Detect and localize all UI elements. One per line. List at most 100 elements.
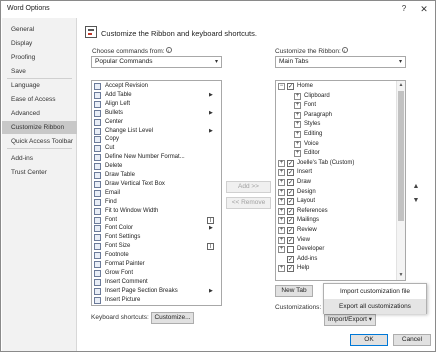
tree-item[interactable]: + ✓ Joelle's Tab (Custom): [276, 159, 394, 168]
tab-checkbox[interactable]: ✓: [287, 227, 294, 234]
sidebar-item[interactable]: General: [2, 23, 77, 36]
tab-checkbox[interactable]: ✓: [287, 169, 294, 177]
tab-checkbox[interactable]: ✓: [287, 217, 294, 225]
sidebar-item[interactable]: Save: [2, 65, 77, 78]
expand-icon[interactable]: +: [278, 227, 285, 234]
list-item[interactable]: Font I: [92, 216, 221, 225]
expand-icon[interactable]: +: [278, 236, 285, 244]
expand-icon[interactable]: +: [294, 140, 301, 148]
list-item[interactable]: Draw Vertical Text Box: [92, 180, 221, 189]
cancel-button[interactable]: Cancel: [393, 334, 431, 346]
expand-icon[interactable]: +: [278, 246, 285, 254]
tree-item[interactable]: + ✓ Layout: [276, 197, 394, 206]
list-item[interactable]: Accept Revision: [92, 82, 221, 91]
list-item[interactable]: Font Color ▶: [92, 224, 221, 233]
tree-item[interactable]: + ✓ Draw: [276, 178, 394, 187]
list-item[interactable]: Font Size I: [92, 242, 221, 251]
tab-checkbox[interactable]: ✓: [287, 255, 294, 263]
tree-item[interactable]: + ✓ Review: [276, 226, 394, 235]
list-item[interactable]: Add Table ▶: [92, 91, 221, 100]
list-item[interactable]: Email: [92, 189, 221, 198]
sidebar-item[interactable]: Add-ins: [2, 152, 77, 165]
tree-item[interactable]: + ✓ Mailings: [276, 216, 394, 225]
customize-ribbon-dropdown[interactable]: Main Tabs ▾: [275, 56, 406, 68]
sidebar-item[interactable]: Language: [2, 79, 77, 92]
commands-list[interactable]: Accept Revision Add Table ▶ Align Left Bulle…: [91, 80, 222, 306]
list-item[interactable]: Grow Font: [92, 269, 221, 278]
list-item[interactable]: Insert Comment: [92, 278, 221, 287]
help-icon[interactable]: ?: [398, 3, 410, 15]
tab-checkbox[interactable]: ✓: [287, 236, 294, 244]
move-up-icon[interactable]: ▲: [411, 182, 421, 192]
expand-icon[interactable]: +: [278, 169, 285, 177]
move-down-icon[interactable]: ▼: [411, 196, 421, 206]
expand-icon[interactable]: +: [294, 121, 301, 129]
import-export-button[interactable]: Import/Export ▾: [324, 314, 376, 326]
expand-icon[interactable]: +: [278, 188, 285, 196]
scroll-up-icon[interactable]: ▲: [397, 81, 405, 90]
sidebar-item[interactable]: Display: [2, 37, 77, 50]
tree-item[interactable]: + Editing: [276, 130, 394, 139]
tab-checkbox[interactable]: [287, 246, 294, 254]
list-item[interactable]: Draw Table: [92, 171, 221, 180]
list-item[interactable]: Font Settings: [92, 233, 221, 242]
scroll-thumb[interactable]: [398, 91, 404, 221]
sidebar-item[interactable]: Customize Ribbon: [2, 121, 77, 134]
collapse-icon[interactable]: −: [278, 83, 285, 90]
tab-checkbox[interactable]: ✓: [287, 179, 294, 186]
tree-item[interactable]: + Clipboard: [276, 92, 394, 101]
tab-checkbox[interactable]: ✓: [287, 207, 294, 215]
tree-item[interactable]: − ✓ Home: [276, 82, 394, 91]
list-item[interactable]: Find: [92, 198, 221, 207]
list-item[interactable]: Fit to Window Width: [92, 207, 221, 216]
sidebar-item[interactable]: Quick Access Toolbar: [2, 135, 77, 148]
tree-scrollbar[interactable]: ▲ ▼: [396, 81, 405, 280]
list-item[interactable]: Change List Level ▶: [92, 127, 221, 136]
expand-icon[interactable]: +: [278, 198, 285, 206]
choose-commands-dropdown[interactable]: Popular Commands ▾: [91, 56, 222, 68]
list-item[interactable]: Copy: [92, 135, 221, 144]
tree-item[interactable]: + Editor: [276, 149, 394, 158]
list-item[interactable]: Delete: [92, 162, 221, 171]
sidebar-item[interactable]: Proofing: [2, 51, 77, 64]
close-icon[interactable]: ✕: [418, 3, 430, 15]
tab-checkbox[interactable]: ✓: [287, 83, 294, 90]
keyboard-customize-button[interactable]: Customize...: [151, 312, 194, 324]
tree-item[interactable]: + Developer: [276, 245, 394, 254]
expand-icon[interactable]: +: [278, 217, 285, 225]
expand-icon[interactable]: +: [294, 150, 301, 158]
expand-icon[interactable]: +: [278, 265, 285, 273]
list-item[interactable]: Insert Page Section Breaks ▶: [92, 287, 221, 296]
list-item[interactable]: Align Left: [92, 100, 221, 109]
sidebar-item[interactable]: Trust Center: [2, 166, 77, 179]
expand-icon[interactable]: +: [294, 111, 301, 119]
tree-item[interactable]: + Voice: [276, 140, 394, 149]
menu-item-import[interactable]: Import customization file: [324, 284, 426, 299]
remove-button[interactable]: << Remove: [226, 197, 271, 209]
menu-item-export[interactable]: Export all customizations: [324, 299, 426, 314]
ribbon-tabs-tree[interactable]: ▲ ▼ − ✓ Home + Clipboard + Font + Paragraph + Styl…: [275, 80, 406, 281]
tab-checkbox[interactable]: ✓: [287, 198, 294, 206]
tree-item[interactable]: + ✓ Insert: [276, 168, 394, 177]
tree-item[interactable]: + ✓ Design: [276, 188, 394, 197]
tree-item[interactable]: + Paragraph: [276, 111, 394, 120]
expand-icon[interactable]: +: [294, 92, 301, 100]
list-item[interactable]: Bullets ▶: [92, 109, 221, 118]
expand-icon[interactable]: +: [278, 159, 285, 167]
list-item[interactable]: Center: [92, 118, 221, 127]
list-item[interactable]: Format Painter: [92, 260, 221, 269]
list-item[interactable]: Insert Picture: [92, 296, 221, 305]
expand-icon[interactable]: +: [278, 179, 285, 186]
tab-checkbox[interactable]: ✓: [287, 265, 294, 273]
tab-checkbox[interactable]: ✓: [287, 159, 294, 167]
tree-item[interactable]: + Font: [276, 101, 394, 110]
tree-item[interactable]: ✓ Add-ins: [276, 255, 394, 264]
scroll-down-icon[interactable]: ▼: [397, 271, 405, 280]
tab-checkbox[interactable]: ✓: [287, 188, 294, 196]
tree-item[interactable]: + Styles: [276, 120, 394, 129]
tree-item[interactable]: + ✓ Help: [276, 264, 394, 273]
sidebar-item[interactable]: Advanced: [2, 107, 77, 120]
new-tab-button[interactable]: New Tab: [275, 285, 313, 297]
expand-icon[interactable]: +: [294, 131, 301, 138]
expand-icon[interactable]: +: [294, 102, 301, 110]
